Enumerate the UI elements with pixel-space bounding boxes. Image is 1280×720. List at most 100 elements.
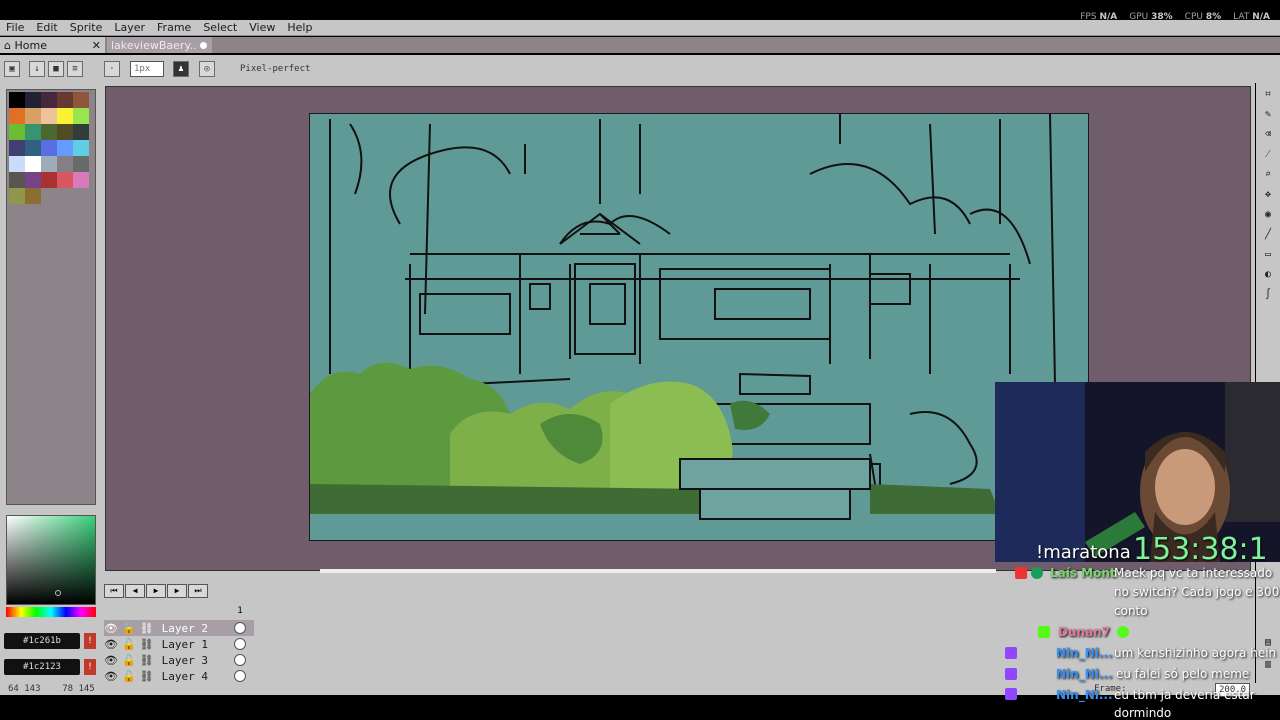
palette-swatch[interactable] [73,92,89,108]
eye-icon[interactable]: 👁 [104,654,118,667]
bg-color-hex[interactable]: #1c2123 [4,659,80,675]
tab-home[interactable]: ⌂ Home ✕ [0,37,105,53]
palette-swatch[interactable] [25,124,41,140]
palette-swatch[interactable] [9,108,25,124]
first-frame-icon[interactable]: ⏮ [104,584,124,598]
palette-swatch[interactable] [41,156,57,172]
palette-swatch[interactable] [9,172,25,188]
palette-swatch[interactable] [25,156,41,172]
palette-swatch[interactable] [41,108,57,124]
palette-swatch[interactable] [41,172,57,188]
palette-swatch[interactable] [25,92,41,108]
palette-swatch[interactable] [9,188,25,204]
link-icon[interactable]: ⛓ [140,638,154,651]
close-icon[interactable]: ✕ [92,39,101,52]
palette-swatch[interactable] [25,172,41,188]
palette-swatch[interactable] [9,140,25,156]
lock-icon[interactable]: 🔓 [122,670,136,683]
cel-dot[interactable] [234,638,246,650]
warning-icon[interactable]: ! [84,633,96,649]
frame-number[interactable]: 1 [234,606,246,616]
play-icon[interactable]: ▶ [146,584,166,598]
palette-swatch[interactable] [9,92,25,108]
palette-swatch[interactable] [73,140,89,156]
link-icon[interactable]: ⛓ [140,654,154,667]
unsaved-dot-icon[interactable] [200,41,208,49]
eye-icon[interactable]: 👁 [104,638,118,651]
lasso-icon[interactable]: ⌗ [1259,85,1277,103]
horizontal-scrollbar[interactable] [320,569,996,573]
menu-frame[interactable]: Frame [151,21,197,34]
cel-dot[interactable] [234,670,246,682]
move-icon[interactable]: ✥ [1259,185,1277,203]
palette-swatch[interactable] [9,124,25,140]
layer-row[interactable]: 👁 🔓 ⛓ Layer 3 [104,652,254,668]
lock-icon[interactable]: 🔓 [122,638,136,651]
color-picker[interactable] [6,515,96,605]
cel-dot[interactable] [234,654,246,666]
ink-icon[interactable]: ♟ [173,61,189,77]
layer-row[interactable]: 👁 🔓 ⛓ Layer 1 [104,636,254,652]
cel-dot[interactable] [234,622,246,634]
sprite-canvas[interactable] [309,113,1089,541]
eyedropper-icon[interactable]: ⁄ [1259,145,1277,163]
pencil-icon[interactable]: ✎ [1259,105,1277,123]
stop-icon[interactable]: ■ [48,61,64,77]
palette-swatch[interactable] [41,124,57,140]
link-icon[interactable]: ⛓ [140,622,154,635]
palette-swatch[interactable] [9,156,25,172]
layer-row[interactable]: 👁 🔓 ⛓ Layer 4 [104,668,254,684]
brush-shape-icon[interactable]: · [104,61,120,77]
next-frame-icon[interactable]: ▶ [167,584,187,598]
palette-swatch[interactable] [73,108,89,124]
palette-swatch[interactable] [57,172,73,188]
download-icon[interactable]: ↓ [29,61,45,77]
palette-swatch[interactable] [25,108,41,124]
warning-icon[interactable]: ! [84,659,96,675]
pixel-perfect-icon[interactable]: ◎ [199,61,215,77]
lock-icon[interactable]: ▣ [4,61,20,77]
palette-swatch[interactable] [57,108,73,124]
menu-help[interactable]: Help [281,21,318,34]
lock-icon[interactable]: 🔓 [122,654,136,667]
layer-name[interactable]: Layer 1 [158,638,218,651]
eye-icon[interactable]: 👁 [104,670,118,683]
rectangle-icon[interactable]: ▭ [1259,245,1277,263]
palette-swatch[interactable] [41,140,57,156]
menu-icon[interactable]: ≡ [67,61,83,77]
picker-cursor[interactable] [55,590,61,596]
brush-size-input[interactable]: 1px [130,61,164,77]
palette-swatch[interactable] [57,140,73,156]
menu-select[interactable]: Select [197,21,243,34]
line-icon[interactable]: ╱ [1259,225,1277,243]
menu-file[interactable]: File [0,21,30,34]
menu-sprite[interactable]: Sprite [64,21,109,34]
fg-color-hex[interactable]: #1c261b [4,633,80,649]
link-icon[interactable]: ⛓ [140,670,154,683]
palette-swatch[interactable] [57,156,73,172]
lock-icon[interactable]: 🔓 [122,622,136,635]
menu-view[interactable]: View [243,21,281,34]
tab-file[interactable]: lakeviewBaery.. [107,37,212,53]
palette-swatch[interactable] [25,140,41,156]
prev-frame-icon[interactable]: ◀ [125,584,145,598]
menu-edit[interactable]: Edit [30,21,63,34]
layer-name[interactable]: Layer 4 [158,670,218,683]
eraser-icon[interactable]: ⌫ [1259,125,1277,143]
palette-swatch[interactable] [41,92,57,108]
palette-swatch[interactable] [73,156,89,172]
contour-icon[interactable]: ◐ [1259,265,1277,283]
palette-swatch[interactable] [73,124,89,140]
hue-slider[interactable] [6,607,96,617]
bucket-icon[interactable]: ◉ [1259,205,1277,223]
palette-swatch[interactable] [73,172,89,188]
menu-layer[interactable]: Layer [108,21,151,34]
palette-swatch[interactable] [57,92,73,108]
blur-icon[interactable]: ∫ [1259,285,1277,303]
eye-icon[interactable]: 👁 [104,622,118,635]
zoom-icon[interactable]: ⌕ [1259,165,1277,183]
palette-swatch[interactable] [57,124,73,140]
layer-name[interactable]: Layer 2 [158,622,218,635]
palette-swatch[interactable] [25,188,41,204]
layer-name[interactable]: Layer 3 [158,654,218,667]
